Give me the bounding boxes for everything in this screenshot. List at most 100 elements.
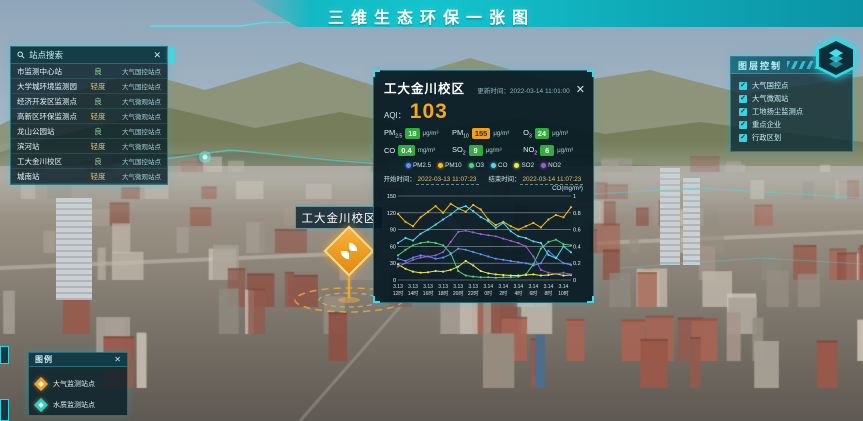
chart-element — [487, 272, 489, 274]
search-close-icon[interactable]: ✕ — [153, 51, 161, 60]
chart-element: 8时 — [545, 290, 553, 297]
chart-element — [472, 276, 474, 278]
legend-close-icon[interactable]: ✕ — [114, 355, 121, 364]
layer-panel-title: 图层控制 — [738, 59, 782, 72]
pollutant-value-badge: 0.4 — [398, 145, 414, 156]
chart-element — [487, 234, 489, 236]
station-name: 滨河站 — [17, 141, 87, 152]
end-time-input[interactable]: 2022-03-14 11:07:23 — [520, 176, 583, 185]
chart-element — [420, 257, 422, 259]
chart-element — [427, 241, 429, 243]
collapsed-tab-top[interactable] — [0, 346, 9, 364]
chart-element — [495, 258, 497, 260]
chart-element — [397, 254, 399, 256]
station-level: 良 — [87, 96, 109, 107]
station-row[interactable]: 高新区环保监测点轻度大气微观站点 — [11, 109, 167, 124]
chart-element: 3.14 — [483, 284, 493, 290]
legend-dot — [438, 163, 443, 168]
chart-element: 3.13 — [468, 284, 478, 290]
update-time-label: 更新时间： — [477, 88, 510, 95]
legend-chip[interactable]: SO2 — [514, 162, 534, 169]
station-row[interactable]: 城南站轻度大气微观站点 — [11, 169, 167, 184]
layer-item[interactable]: ✓ 大气微观站 — [739, 92, 844, 105]
station-type: 大气国控站点 — [109, 126, 161, 136]
start-time-input[interactable]: 2022-03-13 11:07:23 — [416, 176, 479, 185]
chart-element: 2时 — [499, 290, 507, 297]
chart-element — [412, 225, 414, 227]
layer-item[interactable]: ✓重点企业 — [739, 118, 844, 131]
legend-item: 水质监测站点 — [36, 394, 120, 415]
map-legend-panel: 图例 ✕ 大气监测站点水质监测站点 — [28, 352, 128, 416]
chart-element — [472, 231, 474, 233]
chart-element — [510, 260, 512, 262]
legend-chip[interactable]: O3 — [469, 162, 484, 169]
station-row[interactable]: 滨河站轻度大气微观站点 — [11, 139, 167, 154]
layer-item[interactable]: ✓大气国控点 — [739, 79, 844, 92]
end-time-group: 结束时间：2022-03-14 11:07:23 — [489, 174, 584, 183]
chart-element: 150 — [387, 194, 396, 200]
legend-chip[interactable]: PM10 — [438, 162, 461, 169]
station-search-panel: 站点搜索 ✕ 市监测中心站良大气国控站点大学城环境监测园轻度大气国控站点经济开发… — [10, 46, 168, 185]
chart-element — [480, 208, 482, 210]
station-row[interactable]: 龙山公园站良大气国控站点 — [11, 124, 167, 139]
station-marker-label[interactable]: 工大金川校区 — [295, 206, 383, 229]
chart-element — [562, 243, 564, 245]
chart-element: 3.14 — [544, 284, 554, 290]
chart-element — [442, 212, 444, 214]
station-type: 大气国控站点 — [109, 156, 161, 166]
checkbox-checked-icon[interactable]: ✓ — [739, 108, 747, 116]
station-level: 轻度 — [87, 141, 109, 152]
collapsed-tab-bottom[interactable] — [0, 399, 9, 421]
layer-item[interactable]: ✓ 工地扬尘监测点 — [739, 105, 844, 118]
station-row[interactable]: 市监测中心站良大气国控站点 — [11, 64, 167, 79]
chart-element — [427, 211, 429, 213]
station-type: 大气微观站点 — [109, 171, 161, 181]
chart-element — [532, 222, 534, 224]
checkbox-checked-icon[interactable]: ✓ — [739, 95, 747, 103]
popup-close-icon[interactable]: ✕ — [576, 86, 585, 95]
pollutant-value-badge: 9 — [469, 145, 483, 156]
legend-title: 图例 — [35, 354, 114, 365]
pollutant-trend-chart: 030609012015000.20.40.60.813.1312时3.1314… — [382, 192, 585, 304]
layer-item-label: 工地扬尘监测点 — [752, 107, 803, 117]
chart-element — [495, 224, 497, 226]
chart-element — [525, 237, 527, 239]
chart-element — [480, 253, 482, 255]
layers-hexagon-button[interactable] — [816, 38, 856, 78]
chart-element — [465, 205, 467, 207]
search-panel-scrollbar[interactable] — [169, 47, 174, 63]
checkbox-checked-icon[interactable]: ✓ — [739, 121, 747, 129]
corner-accent — [587, 296, 594, 303]
pollutant-sub: 3 — [529, 134, 532, 140]
right-axis-title: CO(mg/m³) — [374, 183, 593, 192]
legend-chip[interactable]: CO — [491, 162, 507, 169]
popup-update-time: 更新时间：2022-03-14 11:01:00 — [471, 85, 570, 95]
station-row[interactable]: 经济开发区监测点良大气微观站点 — [11, 94, 167, 109]
chart-element — [502, 259, 504, 261]
legend-chip[interactable]: NO2 — [541, 162, 561, 169]
chart-element — [495, 277, 497, 279]
checkbox-checked-icon[interactable]: ✓ — [739, 82, 747, 90]
chart-element — [404, 221, 406, 223]
chart-element — [397, 258, 399, 260]
chart-element — [472, 204, 474, 206]
chart-element — [532, 240, 534, 242]
chart-element — [465, 249, 467, 251]
chart-element — [404, 262, 406, 264]
checkbox-checked-icon[interactable]: ✓ — [739, 134, 747, 142]
chart-element: 0.6 — [573, 228, 581, 234]
chart-element — [525, 262, 527, 264]
diamond-inner — [38, 381, 44, 387]
pollutant-cell: O324μg/m³ — [523, 128, 585, 140]
station-type: 大气微观站点 — [109, 111, 161, 121]
station-row[interactable]: 大学城环境监测园轻度大气国控站点 — [11, 79, 167, 94]
layer-item-label: 大气微观站 — [752, 94, 788, 104]
chart-element — [555, 273, 557, 275]
chart-element: 1 — [573, 194, 576, 200]
chart-element — [570, 264, 572, 266]
chart-element: 3.14 — [513, 284, 523, 290]
chart-element: 3.13 — [408, 284, 418, 290]
layer-item[interactable]: ✓行政区划 — [739, 131, 844, 144]
station-row[interactable]: 工大金川校区良大气国控站点 — [11, 154, 167, 169]
legend-chip[interactable]: PM2.5 — [406, 162, 431, 169]
